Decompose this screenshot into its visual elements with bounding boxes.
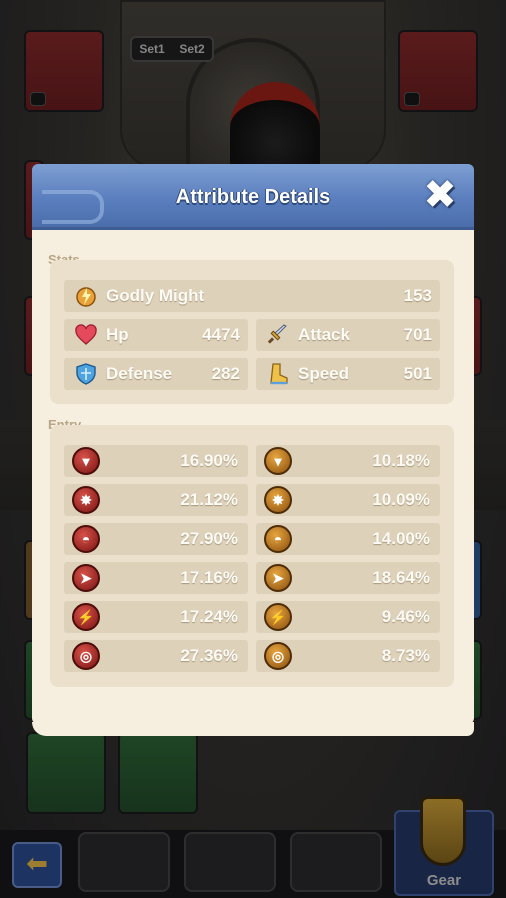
broken-shield-icon: ◓ [264,525,292,553]
modal-header: Attribute Details ✖ [32,164,474,230]
entry-value: 16.90% [180,451,238,470]
entry-section: ▾ 16.90% ▾ 10.18% ✸ 21.12% ✸ 10.09% ◓ 27… [50,425,454,687]
slash-icon: ⚡ [72,603,100,631]
stat-row-hp: Hp 4474 [64,319,248,351]
broken-shield-icon: ◓ [72,525,100,553]
dash-icon: ➤ [264,564,292,592]
entry-value: 8.73% [381,646,430,665]
entry-value: 17.16% [180,568,238,587]
shatter-icon: ✸ [264,486,292,514]
entry-row: ◓ 27.90% [64,523,248,555]
lightning-helmet-icon [76,287,96,307]
stat-row-godly-might: Godly Might 153 [64,280,440,312]
stat-value: 701 [403,325,432,344]
entry-row: ➤ 18.64% [256,562,440,594]
sword-icon [267,324,287,344]
slash-icon: ⚡ [264,603,292,631]
entry-value: 10.09% [372,490,430,509]
stat-label: Defense [106,364,173,383]
stun-icon: ◎ [72,642,100,670]
entry-value: 14.00% [372,529,430,548]
dash-icon: ➤ [72,564,100,592]
boot-icon [270,363,288,385]
stat-row-attack: Attack 701 [256,319,440,351]
stun-icon: ◎ [264,642,292,670]
stat-value: 4474 [202,325,240,344]
entry-row: ✸ 21.12% [64,484,248,516]
close-x-icon: ✖ [423,172,457,218]
entry-value: 17.24% [180,607,238,626]
entry-row: ✸ 10.09% [256,484,440,516]
entry-row: ⚡ 17.24% [64,601,248,633]
stat-value: 153 [403,286,432,305]
entry-value: 21.12% [180,490,238,509]
entry-row: ▾ 10.18% [256,445,440,477]
stat-label: Attack [298,325,350,344]
entry-value: 10.18% [372,451,430,470]
entry-value: 18.64% [372,568,430,587]
stat-label: Hp [106,325,129,344]
entry-row: ▾ 16.90% [64,445,248,477]
shield-icon [76,363,96,385]
shatter-icon: ✸ [72,486,100,514]
entry-value: 27.36% [180,646,238,665]
stat-value: 501 [403,364,432,383]
stat-row-speed: Speed 501 [256,358,440,390]
entry-value: 9.46% [381,607,430,626]
stat-label: Speed [298,364,350,383]
fangs-icon: ▾ [72,447,100,475]
heart-icon [75,324,97,345]
fangs-icon: ▾ [264,447,292,475]
stat-row-defense: Defense 282 [64,358,248,390]
attribute-details-modal: Attribute Details ✖ Stats Godly Might 15… [32,164,474,736]
stats-section: Godly Might 153 Hp 4474 Attack 701 Defen… [50,260,454,404]
stat-value: 282 [211,364,240,383]
entry-value: 27.90% [180,529,238,548]
entry-row: ◓ 14.00% [256,523,440,555]
close-button[interactable]: ✖ [420,175,460,216]
modal-body: Stats Godly Might 153 Hp 4474 [32,230,474,736]
modal-title: Attribute Details [175,186,331,208]
entry-row: ⚡ 9.46% [256,601,440,633]
stat-label: Godly Might [106,286,205,305]
entry-row: ➤ 17.16% [64,562,248,594]
entry-row: ◎ 8.73% [256,640,440,672]
entry-row: ◎ 27.36% [64,640,248,672]
